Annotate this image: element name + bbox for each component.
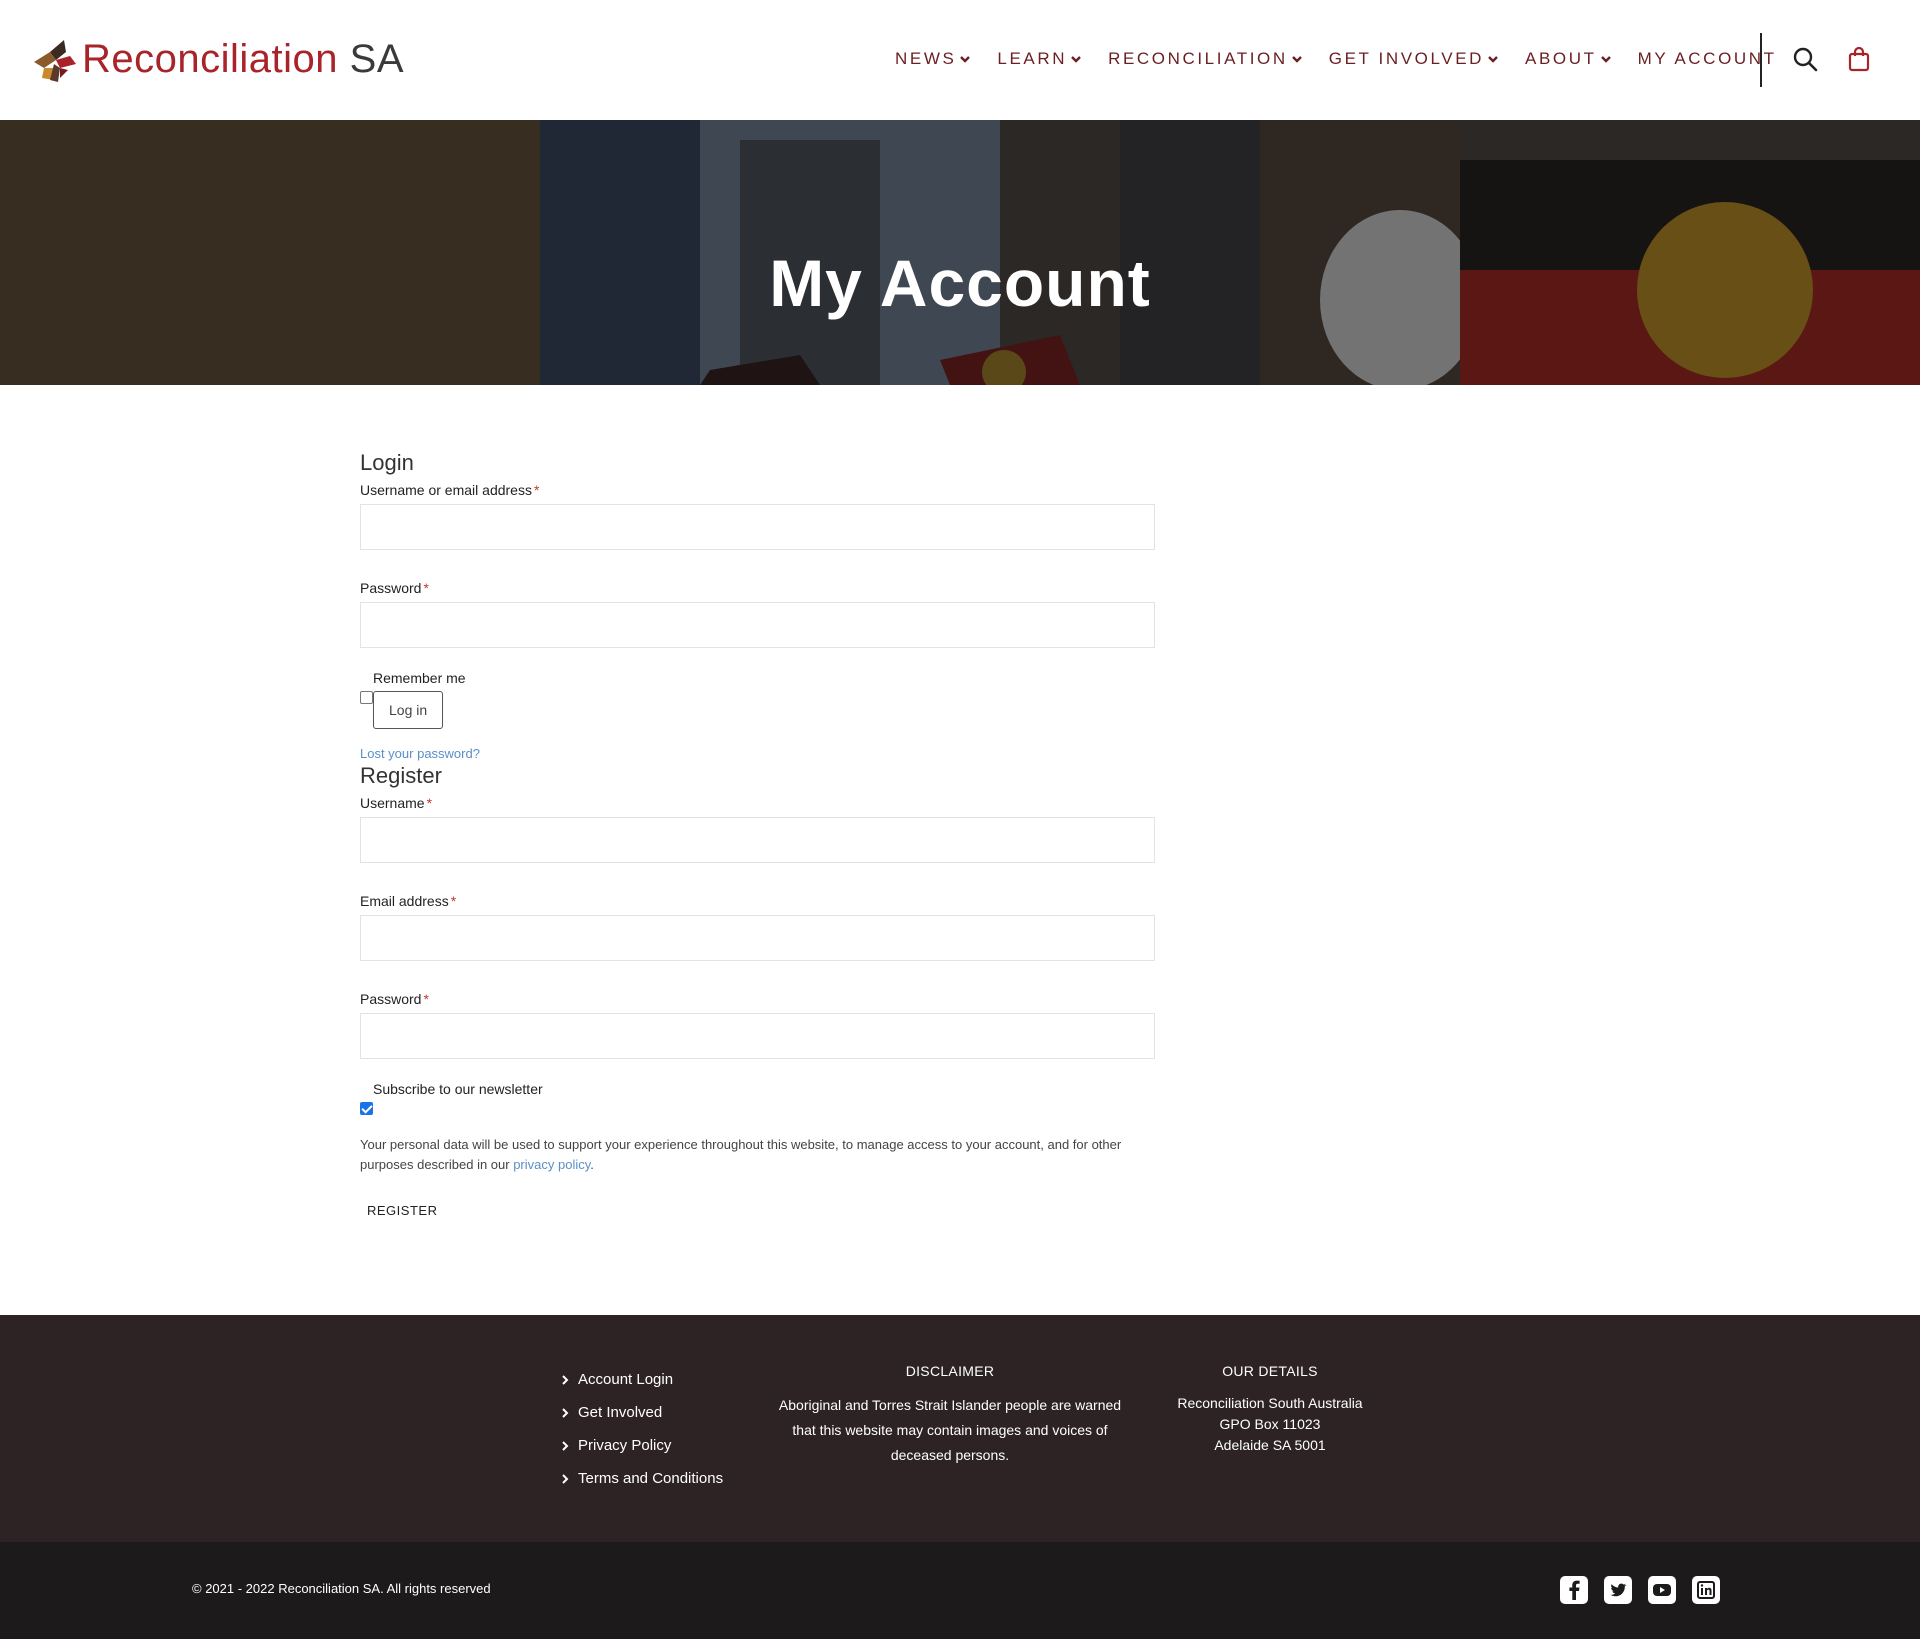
disclaimer-heading: DISCLAIMER: [905, 1363, 995, 1379]
footer-link-terms[interactable]: Terms and Conditions: [560, 1462, 723, 1495]
footer-link-label: Account Login: [578, 1371, 674, 1388]
login-button[interactable]: Log in: [373, 691, 444, 729]
nav-item-news[interactable]: NEWS: [895, 49, 971, 69]
logo-text: Reconciliation SA: [82, 34, 404, 84]
facebook-icon[interactable]: [1560, 1576, 1588, 1604]
twitter-icon[interactable]: [1604, 1576, 1632, 1604]
nav-item-reconciliation[interactable]: RECONCILIATION: [1108, 49, 1303, 69]
nav-item-label: RECONCILIATION: [1108, 49, 1288, 68]
footer-link-get-involved[interactable]: Get Involved: [560, 1396, 723, 1429]
login-username-label: Username or email address *: [360, 482, 1155, 498]
chevron-down-icon: [1071, 56, 1081, 63]
hero-banner: My Account: [0, 120, 1920, 385]
nav-item-get-involved[interactable]: GET INVOLVED: [1329, 49, 1499, 69]
lost-password-link[interactable]: Lost your password?: [360, 746, 1155, 761]
login-password-label-text: Password: [360, 580, 422, 596]
chevron-down-icon: [1600, 56, 1611, 63]
required-mark: *: [450, 893, 457, 909]
required-mark: *: [423, 580, 429, 596]
site-header: Reconciliation SA NEWS LEARN RECONCILIAT…: [0, 0, 1920, 120]
newsletter-checkbox[interactable]: [360, 1102, 373, 1115]
nav-item-about[interactable]: ABOUT: [1525, 49, 1612, 69]
disclaimer-line: deceased persons.: [890, 1447, 1010, 1463]
required-mark: *: [423, 991, 429, 1007]
footer-disclaimer: DISCLAIMER Aboriginal and Torres Strait …: [760, 1363, 1140, 1468]
nav-item-label: ABOUT: [1525, 49, 1597, 68]
register-heading: Register: [360, 763, 442, 788]
login-username-input[interactable]: [360, 504, 1155, 550]
logo-text-secondary: SA: [349, 37, 405, 81]
logo-text-primary: Reconciliation: [82, 37, 339, 81]
newsletter-row: Subscribe to our newsletter: [360, 1081, 1155, 1121]
register-username-label-text: Username: [360, 795, 425, 811]
details-line: GPO Box 11023: [1219, 1416, 1321, 1432]
chevron-right-icon: [562, 1407, 569, 1418]
privacy-text-after: .: [590, 1157, 594, 1172]
chevron-down-icon: [960, 56, 971, 63]
register-email-label: Email address *: [360, 893, 1155, 909]
nav-item-label: GET INVOLVED: [1328, 49, 1485, 68]
site-logo[interactable]: Reconciliation SA: [30, 34, 404, 84]
chevron-right-icon: [562, 1473, 569, 1484]
nav-item-label: MY ACCOUNT: [1637, 49, 1777, 68]
linkedin-icon[interactable]: [1692, 1576, 1720, 1604]
nav-divider: [1760, 33, 1762, 87]
login-password-label: Password *: [360, 580, 1155, 596]
chevron-down-icon: [1291, 56, 1302, 63]
youtube-icon[interactable]: [1648, 1576, 1676, 1604]
register-username-input[interactable]: [360, 817, 1155, 863]
page-title: My Account: [769, 246, 1151, 320]
login-password-input[interactable]: [360, 602, 1155, 648]
footer-link-account-login[interactable]: Account Login: [560, 1363, 723, 1396]
shopping-bag-icon[interactable]: [1846, 46, 1872, 72]
register-email-label-text: Email address: [360, 893, 449, 909]
footer-links: Account Login Get Involved Privacy Polic…: [560, 1363, 723, 1495]
register-password-label-text: Password: [360, 991, 422, 1007]
footer-details: OUR DETAILS Reconciliation South Austral…: [1150, 1363, 1390, 1456]
register-password-label: Password *: [360, 991, 1155, 1007]
privacy-text-before: Your personal data will be used to suppo…: [360, 1137, 1122, 1172]
details-line: Reconciliation South Australia: [1177, 1395, 1363, 1411]
login-username-label-text: Username or email address: [360, 482, 532, 498]
site-footer: Account Login Get Involved Privacy Polic…: [0, 1315, 1920, 1542]
disclaimer-line: that this website may contain images and…: [792, 1422, 1108, 1438]
nav-item-learn[interactable]: LEARN: [997, 49, 1082, 69]
privacy-notice: Your personal data will be used to suppo…: [360, 1135, 1155, 1175]
chevron-right-icon: [562, 1440, 569, 1451]
copyright-text: © 2021 - 2022 Reconciliation SA. All rig…: [192, 1581, 491, 1596]
footer-link-privacy-policy[interactable]: Privacy Policy: [560, 1429, 723, 1462]
chevron-down-icon: [1488, 56, 1498, 63]
register-email-input[interactable]: [360, 915, 1155, 961]
privacy-policy-link[interactable]: privacy policy: [513, 1157, 590, 1172]
nav-item-label: NEWS: [895, 49, 957, 68]
required-mark: *: [533, 482, 540, 498]
footer-link-label: Get Involved: [578, 1404, 663, 1421]
required-mark: *: [426, 795, 433, 811]
newsletter-label: Subscribe to our newsletter: [373, 1081, 543, 1097]
disclaimer-line: Aboriginal and Torres Strait Islander pe…: [778, 1397, 1122, 1413]
login-heading: Login: [360, 450, 414, 475]
account-forms: Login Username or email address * Passwor…: [360, 440, 1155, 1220]
footer-link-label: Privacy Policy: [578, 1437, 672, 1454]
register-button[interactable]: REGISTER: [367, 1203, 437, 1218]
remember-row: Remember me Log in: [360, 670, 1155, 734]
footer-link-label: Terms and Conditions: [578, 1470, 724, 1487]
footer-bottom-bar: © 2021 - 2022 Reconciliation SA. All rig…: [0, 1542, 1920, 1639]
register-username-label: Username *: [360, 795, 1155, 811]
details-heading: OUR DETAILS: [1222, 1363, 1318, 1379]
chevron-right-icon: [562, 1374, 569, 1385]
register-password-input[interactable]: [360, 1013, 1155, 1059]
logo-mark-icon: [30, 34, 78, 84]
remember-me-checkbox[interactable]: [360, 691, 373, 704]
search-icon[interactable]: [1792, 46, 1818, 72]
details-line: Adelaide SA 5001: [1214, 1437, 1326, 1453]
remember-me-label: Remember me: [373, 670, 466, 686]
nav-item-label: LEARN: [997, 49, 1068, 68]
main-nav: NEWS LEARN RECONCILIATION GET INVOLVED A…: [895, 44, 1777, 74]
nav-item-my-account[interactable]: MY ACCOUNT: [1638, 49, 1777, 69]
